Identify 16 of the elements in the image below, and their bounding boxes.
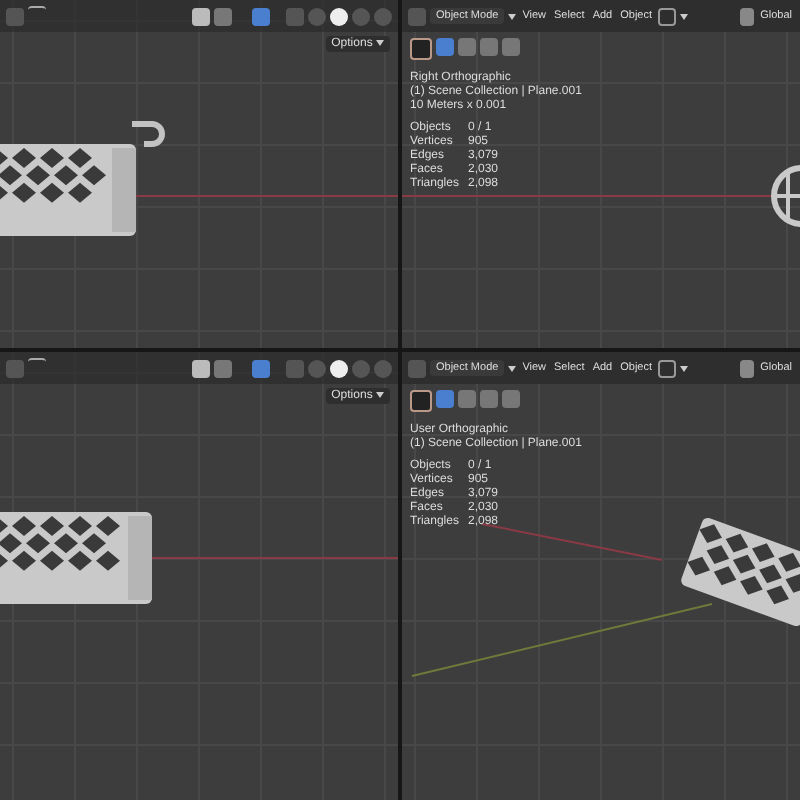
- caret-icon: [376, 39, 384, 46]
- caret-icon: [376, 391, 384, 398]
- collection-icon[interactable]: [658, 7, 677, 25]
- hook-drawing: [132, 121, 165, 147]
- caret-icon: [680, 13, 689, 19]
- wheel-drawing: [771, 165, 800, 227]
- caret-icon: [508, 365, 517, 371]
- overlay-icon[interactable]: [252, 359, 270, 377]
- caret-icon: [680, 365, 689, 371]
- solid-shading-icon[interactable]: [330, 7, 348, 25]
- solid-shading-icon[interactable]: [330, 359, 348, 377]
- collection-icon[interactable]: [658, 359, 677, 377]
- caret-icon: [508, 13, 517, 19]
- tool-icon[interactable]: [410, 38, 432, 60]
- overlay-icon[interactable]: [252, 7, 270, 25]
- tool-icon[interactable]: [410, 390, 432, 412]
